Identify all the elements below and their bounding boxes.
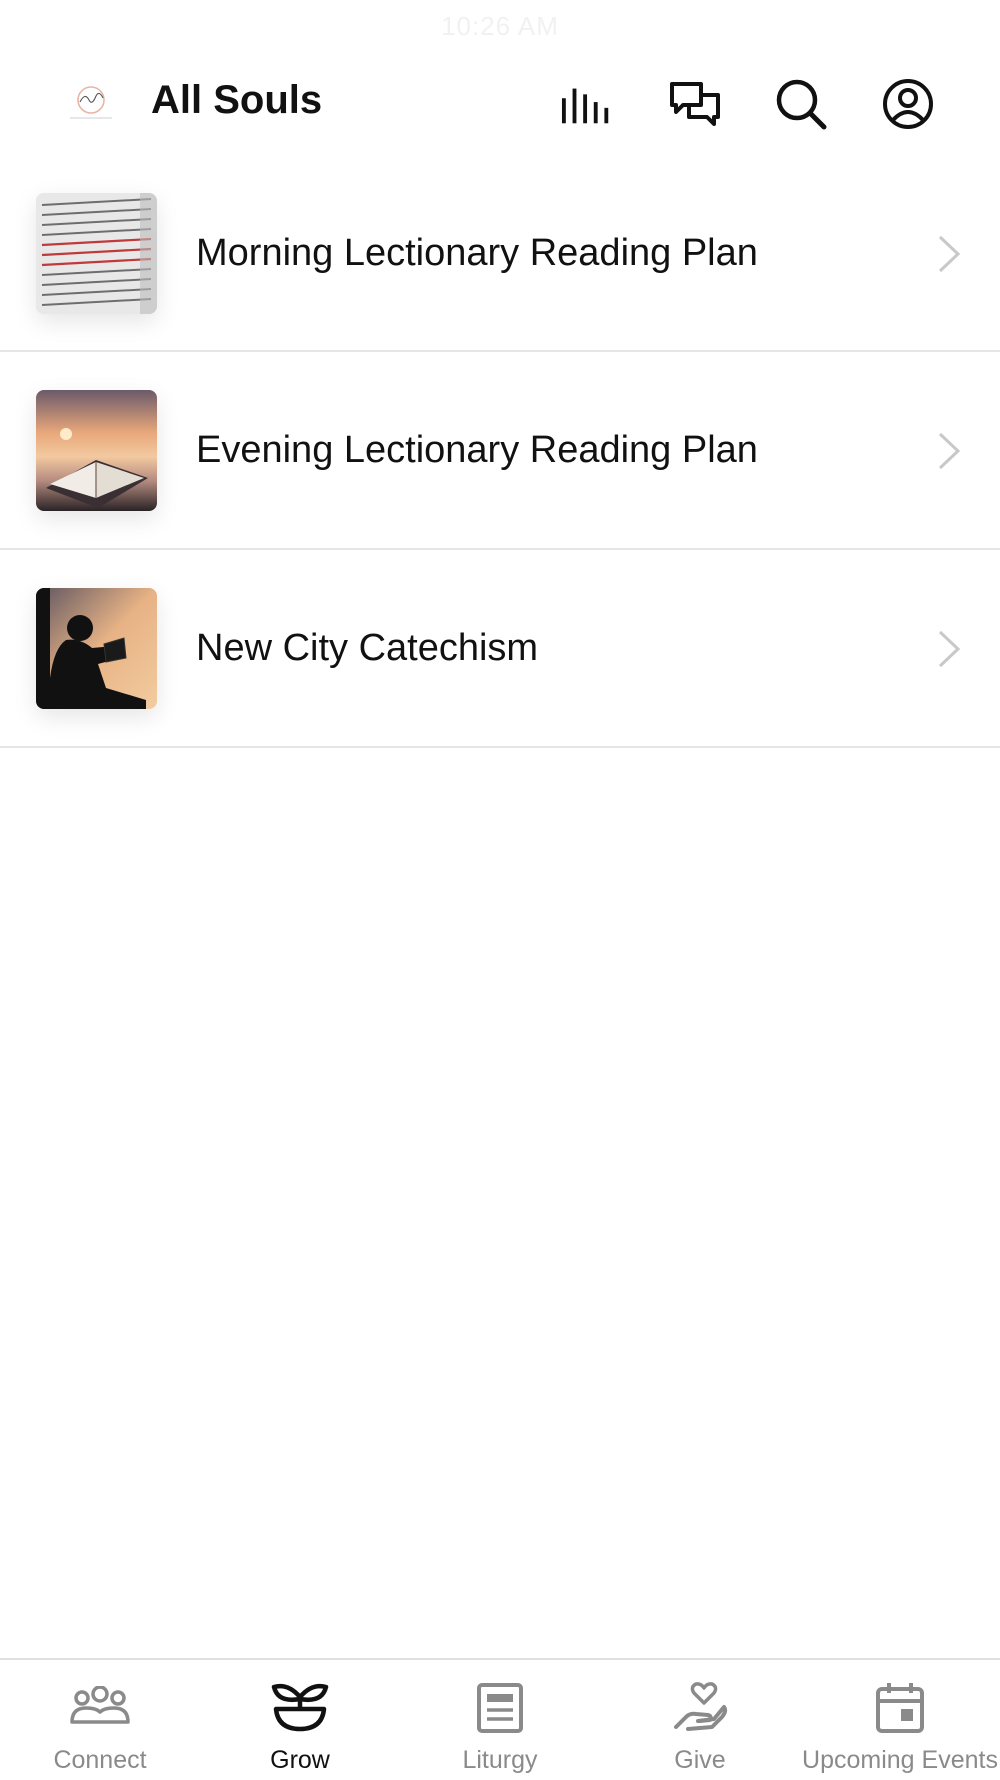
tab-give[interactable]: Give: [600, 1660, 800, 1780]
chevron-right-icon: [938, 235, 961, 273]
tab-label: Upcoming Events: [802, 1746, 998, 1774]
list-item-label: Evening Lectionary Reading Plan: [196, 429, 758, 471]
tab-upcoming-events[interactable]: Upcoming Events: [800, 1660, 1000, 1780]
tab-connect[interactable]: Connect: [0, 1660, 200, 1780]
status-time: 10:26 AM: [441, 10, 559, 41]
status-bar: 10:26 AM: [0, 0, 1000, 52]
tab-label: Connect: [53, 1746, 147, 1774]
chevron-right-icon: [938, 432, 961, 470]
tab-bar: Connect Grow Liturgy Give Upcoming Event…: [0, 1658, 1000, 1778]
people-icon: [68, 1680, 132, 1736]
tab-liturgy[interactable]: Liturgy: [400, 1660, 600, 1780]
tab-label: Grow: [270, 1746, 330, 1774]
app-title: All Souls: [151, 78, 323, 122]
document-icon: [468, 1680, 532, 1736]
tab-grow[interactable]: Grow: [200, 1660, 400, 1780]
chat-bubbles-icon[interactable]: [668, 77, 722, 131]
list-item-label: New City Catechism: [196, 627, 539, 669]
grow-list: Morning Lectionary Reading Plan Evening …: [0, 178, 1000, 748]
bible-page-photo: [36, 193, 157, 314]
sprout-icon: [268, 1680, 332, 1736]
list-item[interactable]: New City Catechism: [0, 550, 1000, 748]
list-item[interactable]: Morning Lectionary Reading Plan: [0, 178, 1000, 352]
tab-label: Give: [674, 1746, 726, 1774]
bible-sunset-photo: [36, 390, 157, 511]
list-item-label: Morning Lectionary Reading Plan: [196, 232, 758, 274]
chevron-right-icon: [938, 630, 961, 668]
search-icon[interactable]: [774, 77, 828, 131]
tab-label: Liturgy: [462, 1746, 538, 1774]
calendar-icon: [868, 1680, 932, 1736]
all-souls-logo[interactable]: [66, 80, 116, 124]
child-reading-silhouette-photo: [36, 588, 157, 709]
profile-icon[interactable]: [881, 77, 935, 131]
list-item[interactable]: Evening Lectionary Reading Plan: [0, 352, 1000, 550]
audio-bars-icon[interactable]: [561, 77, 615, 131]
app-header: All Souls: [0, 60, 1000, 144]
hand-heart-icon: [668, 1680, 732, 1736]
